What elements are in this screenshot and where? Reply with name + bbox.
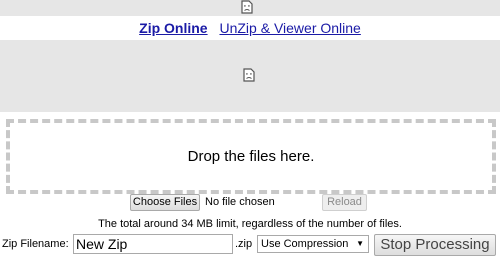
broken-image-icon — [243, 68, 255, 82]
file-status-text: No file chosen — [205, 196, 275, 208]
page: Zip Online UnZip & Viewer Online Drop th… — [0, 0, 500, 258]
file-drop-zone[interactable]: Drop the files here. — [6, 119, 496, 194]
zip-filename-label: Zip Filename: — [2, 238, 69, 250]
top-ad-placeholder — [0, 0, 500, 16]
compression-selected-value: Use Compression — [261, 238, 349, 250]
nav-tabs: Zip Online UnZip & Viewer Online — [0, 16, 500, 40]
zip-extension-label: .zip — [235, 238, 253, 250]
compression-select[interactable]: Use Compression ▼ — [257, 235, 369, 253]
chevron-down-icon: ▼ — [356, 239, 364, 248]
reload-button[interactable]: Reload — [322, 194, 367, 211]
zip-filename-input[interactable] — [73, 234, 233, 254]
drop-zone-label: Drop the files here. — [187, 148, 315, 165]
tab-zip-online[interactable]: Zip Online — [139, 20, 207, 36]
file-picker-row: Choose Files No file chosen Reload — [0, 194, 500, 212]
zip-options-row: Zip Filename: .zip Use Compression ▼ Sto… — [0, 234, 500, 256]
choose-files-button[interactable]: Choose Files — [130, 194, 200, 211]
stop-processing-button[interactable]: Stop Processing — [374, 234, 496, 256]
middle-ad-placeholder — [0, 40, 500, 112]
size-limit-note: The total around 34 MB limit, regardless… — [98, 218, 402, 230]
tab-unzip-viewer-online[interactable]: UnZip & Viewer Online — [219, 20, 360, 36]
broken-image-icon — [241, 0, 253, 14]
